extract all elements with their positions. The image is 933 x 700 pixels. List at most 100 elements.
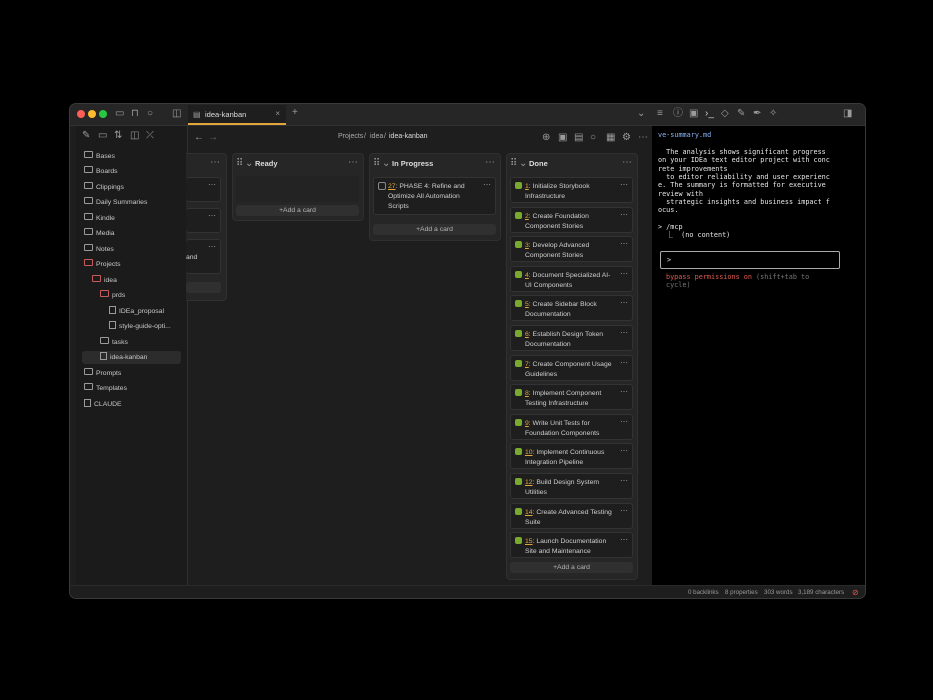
terminal-input-box[interactable]: > [660,251,840,269]
tree-folder-kindle[interactable]: Kindle [84,212,115,225]
card-menu-icon[interactable]: ⋯ [620,535,628,544]
card-menu-icon[interactable]: ⋯ [208,211,216,220]
kanban-card[interactable]: 14: Create Advanced Testing Suite ⋯ [510,502,633,529]
forward-arrow-icon[interactable]: → [208,132,218,144]
card-link[interactable]: 10 [525,449,533,456]
checked-icon[interactable] [515,211,522,219]
card-menu-icon[interactable]: ⋯ [208,180,216,189]
add-card-button[interactable]: +Add a card [510,562,633,573]
table-view-icon[interactable]: ▦ [606,132,615,144]
collapse-all-icon[interactable]: ⤫ [146,130,154,142]
backlinks-count[interactable]: 0 backlinks [688,589,719,596]
search-icon[interactable]: ○ [590,132,596,144]
more-options-icon[interactable]: ⋯ [638,132,648,144]
kanban-card-partial[interactable]: ⋯ [186,177,221,202]
checked-icon[interactable] [515,359,522,367]
kanban-card-partial[interactable]: ⋯ [186,208,221,233]
checked-icon[interactable] [515,448,522,456]
kanban-card[interactable]: 4: Document Specialized AI- UI Components… [510,265,633,292]
breadcrumb-idea[interactable]: idea [370,133,383,140]
card-menu-icon[interactable]: ⋯ [620,358,628,367]
magic-wand-icon[interactable]: ✧ [769,108,777,120]
markdown-view-icon[interactable]: ▤ [574,132,583,144]
checked-icon[interactable] [515,330,522,337]
folder-icon[interactable]: ▭ [115,108,124,120]
card-menu-icon[interactable]: ⋯ [620,476,628,485]
card-menu-icon[interactable]: ⋯ [208,242,216,251]
back-arrow-icon[interactable]: ← [194,132,204,144]
kanban-card[interactable]: 7: Create Component Usage Guidelines ⋯ [510,354,633,381]
right-sidebar-toggle-icon[interactable]: ◨ [843,108,852,120]
checked-icon[interactable] [515,507,522,515]
add-card-button[interactable]: +Add a card [373,224,496,235]
kanban-card[interactable]: 1: Initialize Storybook Infrastructure ⋯ [510,177,633,203]
close-tab-icon[interactable]: × [275,109,280,118]
close-window-button[interactable] [77,110,85,118]
tab-idea-kanban[interactable]: ▤ idea-kanban × [188,105,286,125]
search-icon[interactable]: ○ [147,108,153,120]
drag-handle-icon[interactable]: ⠿ [236,158,243,170]
checked-icon[interactable] [515,478,522,485]
sort-icon[interactable]: ⇅ [114,130,122,142]
checked-icon[interactable] [515,389,522,397]
tag-icon[interactable]: ◇ [721,108,729,120]
card-link[interactable]: 27 [388,183,396,190]
new-note-icon[interactable]: ✎ [82,130,90,142]
kanban-card[interactable]: 8: Implement Component Testing Infrastruc… [510,384,633,411]
drag-handle-icon[interactable]: ⠿ [373,158,380,170]
checked-icon[interactable] [515,270,522,278]
card-menu-icon[interactable]: ⋯ [620,328,628,337]
tree-folder-templates[interactable]: Templates [84,382,127,395]
canvas-icon[interactable]: ◫ [130,130,139,142]
checked-icon[interactable] [515,182,522,189]
tree-file-idea-proposal[interactable]: IDEa_proposal [109,305,164,318]
card-menu-icon[interactable]: ⋯ [620,180,628,189]
tree-folder-idea[interactable]: idea [92,274,117,287]
checkbox[interactable] [378,182,386,190]
tree-folder-bases[interactable]: Bases [84,150,115,163]
more-options-icon[interactable]: ⋯ [485,157,495,169]
checked-icon[interactable] [515,241,522,249]
more-options-icon[interactable]: ⋯ [348,157,358,169]
tree-folder-clippings[interactable]: Clippings [84,181,124,194]
card-link[interactable]: 12 [525,479,533,486]
tab-list-chevron-icon[interactable]: ⌄ [637,108,645,120]
checked-icon[interactable] [515,418,522,426]
kanban-card[interactable]: 27: PHASE 4: Refine and Optimize All Aut… [373,177,496,215]
kanban-card[interactable]: 9: Write Unit Tests for Foundation Compon… [510,413,633,440]
properties-count[interactable]: 8 properties [725,589,758,596]
tree-folder-tasks[interactable]: tasks [100,336,128,349]
more-options-icon[interactable]: ⋯ [210,157,220,169]
tree-file-claude[interactable]: CLAUDE [84,398,122,411]
terminal-icon[interactable]: ›_ [705,108,714,120]
kanban-card[interactable]: 5: Create Sidebar Block Documentation ⋯ [510,295,633,322]
maximize-window-button[interactable] [99,110,107,118]
archive-icon[interactable]: ▣ [558,132,567,144]
tree-file-style-guide[interactable]: style-guide-opti... [109,320,171,333]
new-folder-icon[interactable]: ▭ [98,130,107,142]
card-menu-icon[interactable]: ⋯ [620,210,628,219]
tree-folder-notes[interactable]: Notes [84,243,114,256]
tree-file-idea-kanban[interactable]: idea-kanban [82,351,181,364]
card-link[interactable]: 14 [525,509,533,516]
tree-folder-projects[interactable]: Projects [84,258,121,271]
info-icon[interactable]: ⓘ [673,108,683,120]
tree-folder-boards[interactable]: Boards [84,165,118,178]
new-tab-button[interactable]: + [292,107,298,119]
tree-folder-media[interactable]: Media [84,227,115,240]
kanban-card[interactable]: 10: Implement Continuous Integration Pipe… [510,443,633,470]
terminal-panel[interactable]: ve-summary.md The analysis shows signifi… [652,126,865,585]
quill-icon[interactable]: ✎ [737,108,745,120]
checked-icon[interactable] [515,300,522,308]
kanban-card[interactable]: 3: Develop Advanced Component Stories ⋯ [510,236,633,263]
card-menu-icon[interactable]: ⋯ [483,180,491,189]
sidebar-toggle-icon[interactable]: ◫ [172,108,181,120]
tree-folder-daily-summaries[interactable]: Daily Summaries [84,196,147,209]
drag-handle-icon[interactable]: ⠿ [510,158,517,170]
card-menu-icon[interactable]: ⋯ [620,387,628,396]
card-menu-icon[interactable]: ⋯ [620,239,628,248]
collapse-chevron-icon[interactable]: ⌄ [519,158,527,170]
card-menu-icon[interactable]: ⋯ [620,298,628,307]
add-card-button[interactable]: +Add a card [236,205,359,216]
breadcrumb-projects[interactable]: Projects [338,133,363,140]
